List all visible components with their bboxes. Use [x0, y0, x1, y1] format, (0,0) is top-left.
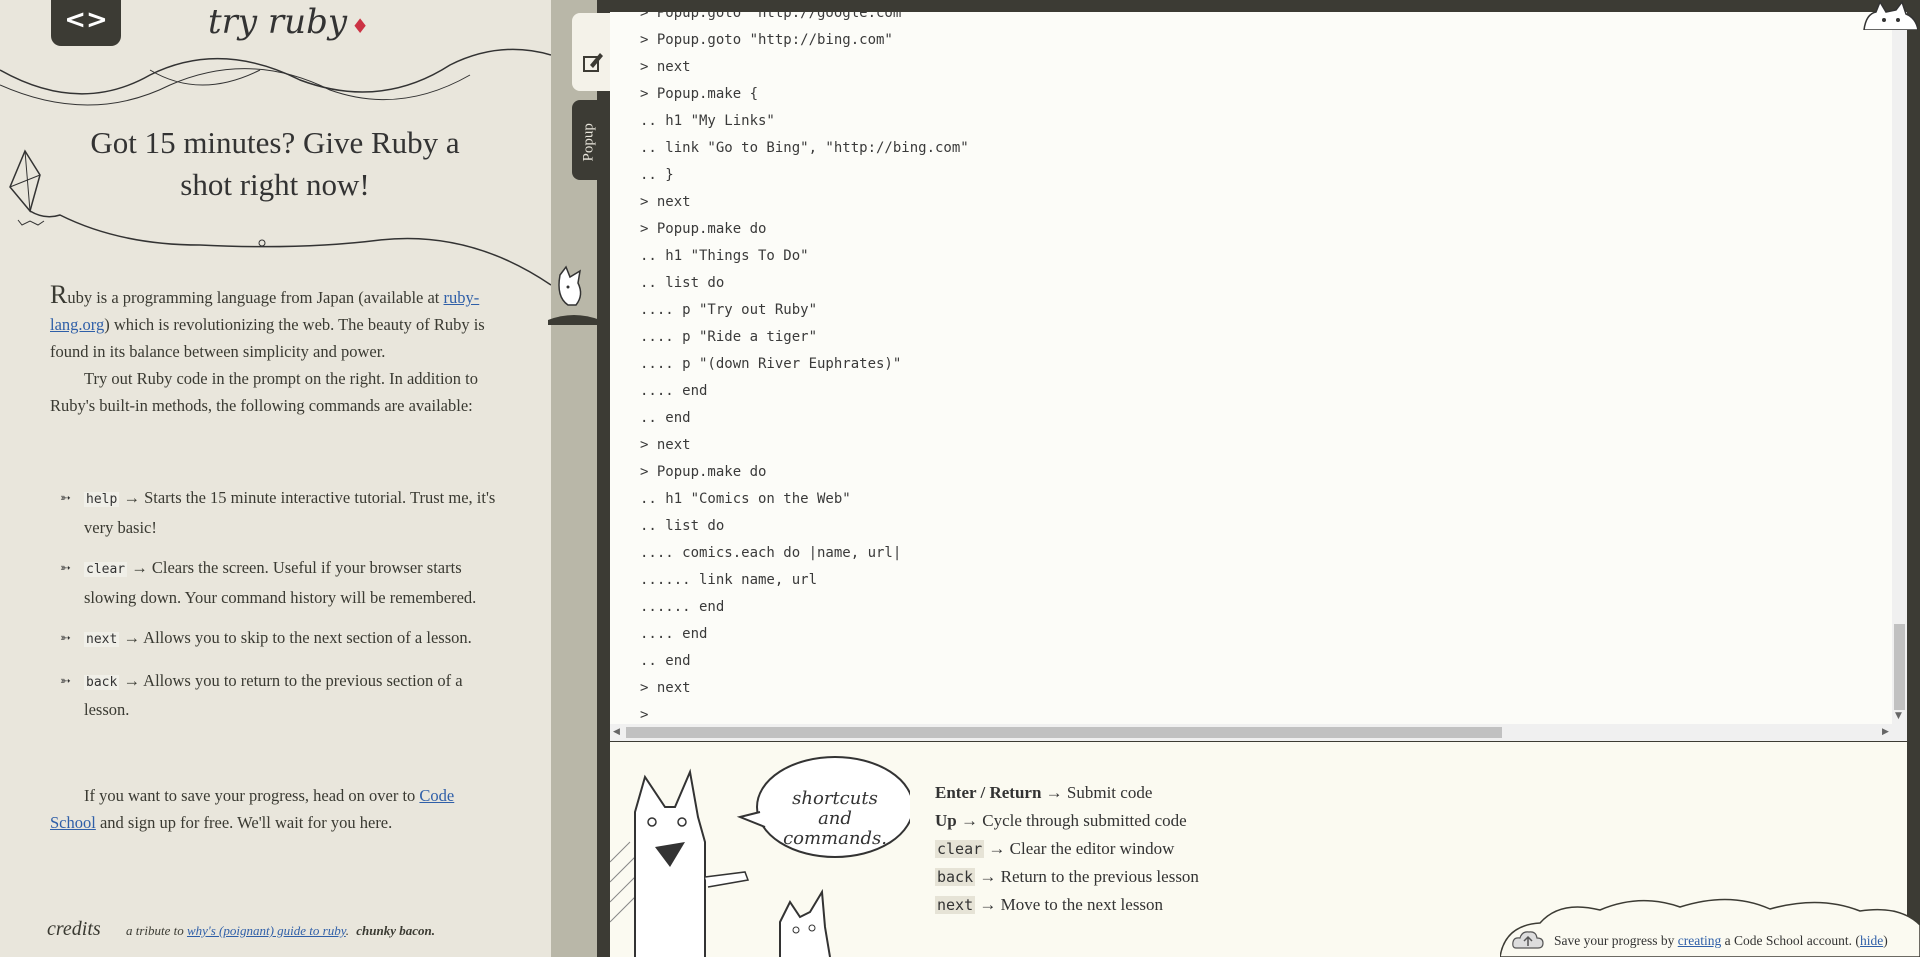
scroll-left-icon[interactable]: ◀: [613, 727, 620, 737]
shortcut-item: clear → Clear the editor window: [935, 835, 1199, 863]
create-account-link[interactable]: creating: [1678, 933, 1721, 948]
page-headline: Got 15 minutes? Give Ruby a shot right n…: [90, 125, 460, 202]
vertical-scroll-thumb[interactable]: [1894, 624, 1905, 710]
tab-popup[interactable]: Popup: [572, 100, 606, 180]
tab-editor[interactable]: [572, 13, 612, 91]
shortcut-key: Enter / Return: [935, 783, 1042, 802]
shortcut-key: back: [935, 868, 976, 886]
list-item: ➳ help → Starts the 15 minute interactive…: [58, 484, 498, 541]
console-line: > Popup.make do: [640, 221, 767, 237]
shortcut-item: next → Move to the next lesson: [935, 891, 1199, 919]
console-line: .. h1 "Things To Do": [640, 248, 809, 264]
console-line: .... end: [640, 383, 708, 399]
scroll-down-icon[interactable]: ▼: [1895, 711, 1902, 721]
horizontal-scroll-thumb[interactable]: [626, 727, 1502, 738]
command-code: next: [84, 632, 120, 647]
shortcut-item: back → Return to the previous lesson: [935, 863, 1199, 891]
intro-paragraph-1: Ruby is a programming language from Japa…: [50, 280, 485, 361]
speech-bubble-text: shortcuts and commands.: [783, 788, 887, 849]
save-progress-prompt: Save your progress by creating a Code Sc…: [1554, 933, 1888, 948]
intro-text: Ruby is a programming language from Japa…: [50, 281, 500, 419]
horizontal-scrollbar[interactable]: ◀ ▶: [610, 724, 1907, 741]
console-line: > Popup.goto "http://google.com": [640, 12, 910, 21]
shortcut-description: → Cycle through submitted code: [960, 811, 1187, 830]
console-line: > next: [640, 59, 691, 75]
console-line: > Popup.make {: [640, 86, 759, 102]
small-wolf-icon: [548, 265, 600, 325]
garland-decoration: [0, 48, 551, 106]
command-code: help: [84, 492, 120, 507]
console-line: .... p "(down River Euphrates)": [640, 356, 902, 372]
list-item: ➳ next → Allows you to skip to the next s…: [58, 624, 498, 654]
console-line: ...... end: [640, 599, 725, 615]
intro-paragraph-2: Try out Ruby code in the prompt on the r…: [50, 369, 478, 415]
console-line: > next: [640, 680, 691, 696]
cloud-save-icon: [1512, 931, 1544, 949]
intro-panel: <> try ruby ♦ Got 15 minutes? Give Ruby a…: [0, 0, 551, 957]
shortcut-item: Enter / Return → Submit code: [935, 779, 1199, 807]
shortcut-description: → Move to the next lesson: [979, 895, 1164, 914]
chunky-bacon-text: chunky bacon.: [356, 923, 435, 938]
console-line: ...... link name, url: [640, 572, 818, 588]
bullet-icon: ➳: [60, 672, 71, 688]
bullet-icon: ➳: [60, 560, 71, 575]
console-line: > Popup.make do: [640, 464, 767, 480]
list-item: ➳ clear → Clears the screen. Useful if yo…: [58, 554, 498, 611]
console-line: .. h1 "Comics on the Web": [640, 491, 851, 507]
edit-icon: [583, 53, 603, 72]
scroll-right-icon[interactable]: ▶: [1882, 727, 1889, 737]
poignant-guide-link[interactable]: why's (poignant) guide to ruby: [187, 923, 346, 938]
corner-wolf-icon: [1863, 0, 1918, 30]
console-line: .... p "Ride a tiger": [640, 329, 818, 345]
console-line: .. h1 "My Links": [640, 113, 775, 129]
wolf-illustration: [610, 756, 910, 957]
shortcut-description: → Clear the editor window: [988, 839, 1175, 858]
shortcut-key: clear: [935, 840, 985, 858]
console-line: .... end: [640, 626, 708, 642]
console-line: .... comics.each do |name, url|: [640, 545, 902, 561]
shortcut-key: Up: [935, 811, 957, 830]
drop-cap: R: [50, 280, 68, 309]
command-list: ➳ help → Starts the 15 minute interactive…: [58, 484, 498, 737]
shortcut-item: Up → Cycle through submitted code: [935, 807, 1199, 835]
console-line: .... p "Try out Ruby": [640, 302, 818, 318]
shortcut-description: → Submit code: [1045, 783, 1153, 802]
shortcut-key: next: [935, 896, 976, 914]
save-progress-note: If you want to save your progress, head …: [50, 786, 455, 832]
vertical-scrollbar[interactable]: ▲ ▼: [1892, 12, 1907, 724]
console-line: > next: [640, 437, 691, 453]
console-line: .. link "Go to Bing", "http://bing.com": [640, 140, 969, 156]
ruby-console[interactable]: > Popup.goto "http://google.com" > Popup.…: [610, 12, 1907, 734]
list-item: ➳ back → Allows you to return to the prev…: [58, 667, 498, 724]
credits-link[interactable]: credits: [47, 918, 101, 940]
hide-link[interactable]: hide: [1860, 933, 1883, 948]
tab-popup-label: Popup: [580, 123, 597, 162]
console-line: > Popup.goto "http://bing.com": [640, 32, 893, 48]
tribute-text: a tribute to why's (poignant) guide to r…: [125, 923, 350, 938]
bullet-icon: ➳: [60, 630, 71, 645]
footer: credits a tribute to why's (poignant) gu…: [47, 918, 547, 941]
console-line: .. }: [640, 167, 674, 183]
bullet-icon: ➳: [60, 490, 71, 505]
console-line: > next: [640, 194, 691, 210]
command-code: clear: [84, 562, 128, 577]
console-output: > Popup.goto "http://google.com" > Popup.…: [640, 12, 969, 729]
console-line: .. end: [640, 410, 691, 426]
console-line: .. end: [640, 653, 691, 669]
shortcut-description: → Return to the previous lesson: [979, 867, 1199, 886]
command-code: back: [84, 674, 120, 690]
shortcut-list: Enter / Return → Submit code Up → Cycle t…: [935, 779, 1199, 919]
console-line: .. list do: [640, 518, 725, 534]
console-line: .. list do: [640, 275, 725, 291]
